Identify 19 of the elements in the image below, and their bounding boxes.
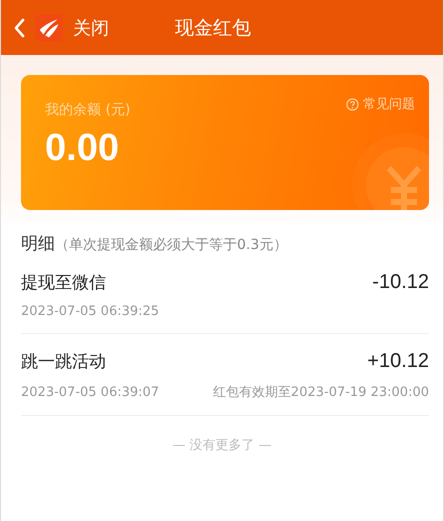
- balance-amount: 0.00: [45, 127, 120, 170]
- app-logo-icon: [35, 14, 63, 42]
- record-expiry: 红包有效期至2023-07-19 23:00:00: [212, 384, 429, 401]
- record-title: 跳一跳活动: [21, 351, 106, 373]
- close-button[interactable]: 关闭: [73, 16, 109, 40]
- end-of-list-text: — 没有更多了 —: [171, 437, 273, 454]
- balance-label: 我的余额 (元): [45, 101, 130, 119]
- help-icon: [346, 98, 359, 110]
- record-time: 2023-07-05 06:39:07: [21, 384, 160, 400]
- record-time: 2023-07-05 06:39:25: [21, 304, 160, 319]
- page-title: 现金红包: [175, 16, 251, 40]
- faq-link[interactable]: 常见问题: [346, 95, 415, 113]
- record-amount: +10.12: [367, 350, 429, 373]
- record-amount: -10.12: [372, 271, 429, 294]
- record-title: 提现至微信: [21, 272, 106, 294]
- yuan-coin-icon: [349, 130, 429, 210]
- details-heading: 明细: [21, 233, 55, 255]
- withdraw-note: （单次提现金额必须大于等于0.3元）: [55, 236, 288, 254]
- back-icon[interactable]: [13, 18, 25, 38]
